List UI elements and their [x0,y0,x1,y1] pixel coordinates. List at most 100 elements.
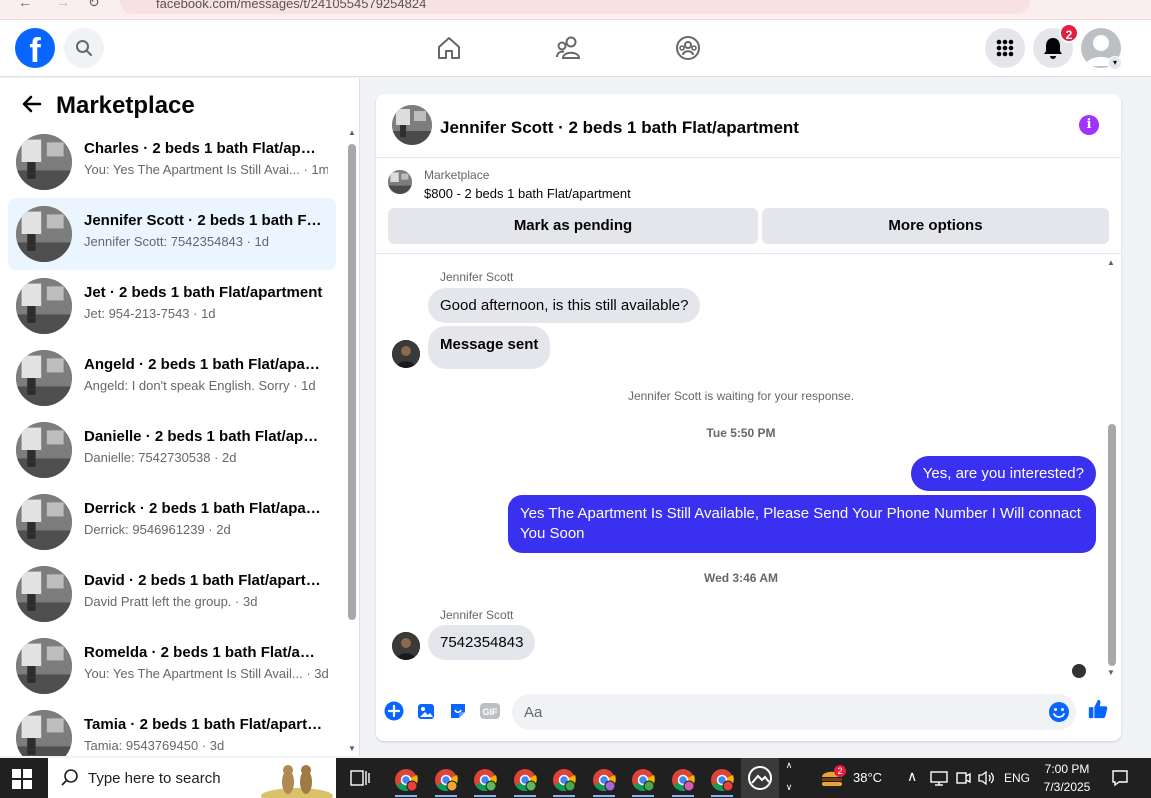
chrome-browser-icon[interactable] [709,767,735,797]
conversation-preview: Jennifer Scott: 7542354843 · 1d [84,234,270,249]
person-photo-icon [392,632,420,660]
taskbar-search-box[interactable]: Type here to search [48,758,336,798]
apartment-photo-icon [16,278,72,334]
incoming-message[interactable]: 7542354843 [428,625,536,660]
conversation-item[interactable]: Danielle · 2 beds 1 bath Flat/apartment D… [8,414,336,486]
chrome-browser-icon[interactable] [472,767,498,797]
reload-icon[interactable]: ↻ [88,0,100,11]
listing-thumbnail [16,206,72,262]
conversation-title: Romelda · 2 beds 1 bath Flat/apartment [84,644,324,661]
weather-temperature[interactable]: 38°C [853,770,882,785]
message-composer: GIF Aa [376,690,1121,734]
logo-letter: f [29,32,41,68]
conversation-item[interactable]: Jet · 2 beds 1 bath Flat/apartment Jet: 9… [8,270,336,342]
groups-icon [676,36,700,60]
taskbar-scroll-down-icon[interactable]: ∨ [782,782,796,793]
chat-scroll-thumb[interactable] [1108,424,1116,666]
apartment-photo-icon [388,170,412,194]
chrome-browser-icon[interactable] [670,767,696,797]
screen: ← → ↻ facebook.com/messages/t/2410554579… [0,0,1151,798]
incoming-message[interactable]: Message sent [428,326,551,369]
conversation-preview: Derrick: 9546961239 · 2d [84,522,231,537]
input-language[interactable]: ENG [1004,771,1030,785]
listing-title[interactable]: $800 - 2 beds 1 bath Flat/apartment [424,186,631,201]
show-hidden-icons-chevron-up-icon[interactable]: ∧ [907,768,917,785]
conversation-item[interactable]: Derrick · 2 beds 1 bath Flat/apartment De… [8,486,336,558]
chrome-browser-icon[interactable] [591,767,617,797]
chrome-browser-icon[interactable] [512,767,538,797]
scroll-down-icon[interactable]: ▼ [1107,668,1115,677]
chat-listing-thumbnail[interactable] [392,105,432,145]
mark-as-pending-button[interactable]: Mark as pending [388,208,758,244]
scroll-down-icon[interactable]: ▼ [347,744,357,754]
chat-scrollbar[interactable]: ▲ ▼ [1106,258,1118,678]
task-view-icon[interactable] [350,769,370,787]
notification-center-icon[interactable] [1111,769,1129,787]
facebook-header: f 2 ▾ [0,20,1151,77]
taskbar-app-active[interactable] [741,758,779,798]
system-date[interactable]: 7/3/2025 [1035,780,1099,794]
conversation-preview: You: Yes The Apartment Is Still Avail...… [84,666,328,681]
groups-nav[interactable] [670,30,706,66]
search-button[interactable] [64,28,104,68]
outgoing-message[interactable]: Yes, are you interested? [910,456,1096,491]
apartment-photo-icon [16,566,72,622]
conversation-item[interactable]: Angeld · 2 beds 1 bath Flat/apartment Ang… [8,342,336,414]
marketplace-label: Marketplace [424,168,490,182]
conversation-item[interactable]: Romelda · 2 beds 1 bath Flat/apartment Yo… [8,630,336,702]
friends-nav[interactable] [551,30,587,66]
conversation-title: Derrick · 2 beds 1 bath Flat/apartment [84,500,324,517]
conversation-item[interactable]: Charles · 2 beds 1 bath Flat/apartment Yo… [8,126,336,198]
home-icon [438,37,460,59]
like-send-button[interactable] [1087,698,1109,720]
sender-avatar[interactable] [392,632,420,660]
facebook-logo[interactable]: f [15,28,55,68]
message-input[interactable]: Aa [512,694,1076,730]
sidebar-scroll-thumb[interactable] [348,144,356,620]
waiting-status-text: Jennifer Scott is waiting for your respo… [627,389,855,403]
conversation-item[interactable]: David · 2 beds 1 bath Flat/apartment Davi… [8,558,336,630]
sender-avatar[interactable] [392,340,420,368]
chrome-browser-icon[interactable] [433,767,459,797]
network-icon[interactable] [930,770,948,786]
conversation-title: Angeld · 2 beds 1 bath Flat/apartment [84,356,324,373]
chat-title[interactable]: Jennifer Scott · 2 beds 1 bath Flat/apar… [440,118,799,138]
conversation-preview: Jet: 954-213-7543 · 1d [84,306,216,321]
meet-now-icon[interactable] [955,770,971,786]
chrome-browser-icon[interactable] [630,767,656,797]
back-nav-icon[interactable]: ← [18,0,32,10]
volume-icon[interactable] [977,770,995,786]
forward-nav-icon[interactable]: → [56,0,70,10]
add-attachment-button[interactable] [383,700,405,722]
windows-start-icon[interactable] [12,769,32,789]
back-arrow-icon[interactable] [20,92,44,116]
sidebar-scrollbar[interactable]: ▲ ▼ [347,128,357,754]
svg-text:GIF: GIF [483,707,499,717]
apartment-photo-icon [16,206,72,262]
taskbar-scroll-up-icon[interactable]: ∧ [782,760,796,771]
chrome-browser-icon[interactable] [393,767,419,797]
sidebar-title: Marketplace [56,92,195,119]
info-icon[interactable]: i [1079,115,1099,135]
listing-thumbnail[interactable] [388,170,412,194]
url-bar[interactable]: facebook.com/messages/t/2410554579254824 [120,0,1030,14]
more-options-button[interactable]: More options [762,208,1109,244]
chrome-browser-icon[interactable] [551,767,577,797]
gif-button[interactable]: GIF [479,700,501,722]
account-chevron-down-icon[interactable]: ▾ [1108,56,1122,70]
emoji-button[interactable] [1048,701,1070,728]
scroll-up-icon[interactable]: ▲ [1107,258,1115,267]
incoming-message[interactable]: Good afternoon, is this still available? [428,288,701,323]
system-time[interactable]: 7:00 PM [1035,762,1099,776]
scroll-up-icon[interactable]: ▲ [347,128,357,138]
outgoing-message[interactable]: Yes The Apartment Is Still Available, Pl… [508,495,1096,553]
conversation-title: Danielle · 2 beds 1 bath Flat/apartment [84,428,324,445]
home-nav[interactable] [431,30,467,66]
menu-button[interactable] [985,28,1025,68]
sticker-button[interactable] [447,700,469,722]
conversation-item[interactable]: Jennifer Scott · 2 beds 1 bath Flat/apar… [8,198,336,270]
attach-photo-button[interactable] [415,700,437,722]
conversation-item[interactable]: Tamia · 2 beds 1 bath Flat/apartment Tami… [8,702,336,756]
chrome-icon [671,769,695,792]
bell-icon [1044,38,1062,59]
